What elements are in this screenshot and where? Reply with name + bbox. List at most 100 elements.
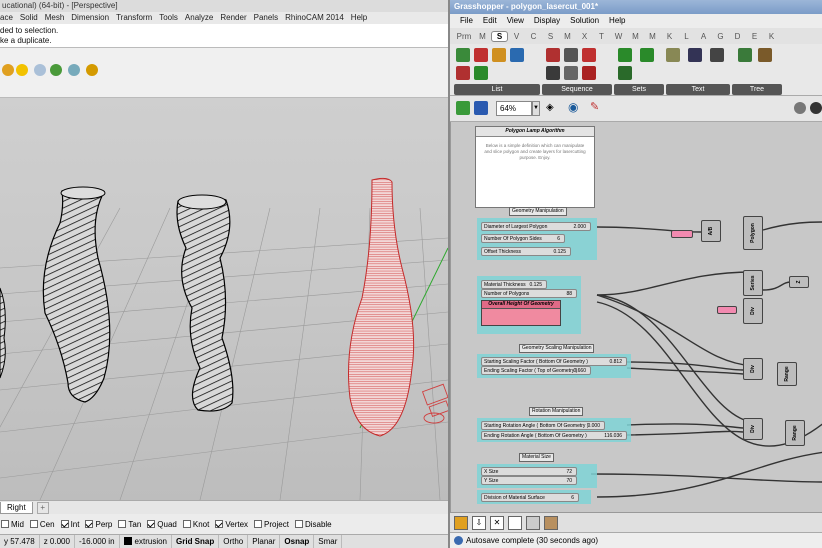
rhino-menu-item[interactable]: Transform — [116, 12, 152, 24]
tab-e[interactable]: E — [746, 32, 763, 41]
slider-y-size[interactable]: Y Size 70 — [481, 476, 577, 485]
slider-polygon-sides[interactable]: Number Of Polygon Sides 6 — [481, 234, 565, 243]
component-div-1[interactable]: Div — [743, 298, 763, 324]
gh-menu-file[interactable]: File — [460, 14, 473, 28]
rhino-menu-item[interactable]: Render — [220, 12, 246, 24]
open-file-icon[interactable] — [456, 101, 470, 115]
gh-canvas[interactable]: Polygon Lamp Algorithm Below is a simple… — [450, 122, 822, 512]
gh-menu-solution[interactable]: Solution — [570, 14, 599, 28]
chevron-down-icon[interactable]: ▼ — [532, 101, 540, 116]
slider-diameter[interactable]: Diameter of Largest Polygon 2.000 — [481, 222, 591, 231]
slider-number-polygons[interactable]: Number of Polygons 88 — [481, 289, 577, 298]
twisted-vase-3[interactable] — [176, 195, 234, 412]
sketch-icon[interactable]: ✎ — [590, 100, 599, 113]
osnap-int[interactable]: Int — [60, 520, 79, 529]
slider-start-rotation[interactable]: Starting Rotation Angle ( Bottom Of Geom… — [481, 421, 605, 430]
slider-material-thickness[interactable]: Material Thickness 0.125 — [481, 280, 547, 289]
component-div-3[interactable]: Div — [743, 418, 763, 440]
preview-sphere-icon[interactable] — [794, 102, 806, 114]
render-settings-icon[interactable] — [86, 64, 98, 76]
ground-plane-icon[interactable] — [68, 64, 80, 76]
texture-icon[interactable] — [50, 64, 62, 76]
text-join-icon[interactable] — [666, 48, 680, 62]
tab-right[interactable]: Right — [0, 501, 33, 514]
osnap-cen[interactable]: Cen — [29, 520, 55, 529]
grid-snap-toggle[interactable]: Grid Snap — [172, 535, 220, 548]
tab-d[interactable]: D — [729, 32, 746, 41]
set-difference-icon[interactable] — [640, 48, 654, 62]
planar-toggle[interactable]: Planar — [248, 535, 281, 548]
list-length-icon[interactable] — [474, 48, 488, 62]
tab-sets[interactable]: S — [491, 30, 508, 42]
osnap-quad[interactable]: Quad — [147, 520, 177, 529]
perspective-viewport[interactable] — [0, 98, 448, 500]
tab-surface[interactable]: S — [542, 32, 559, 41]
twisted-vase-2[interactable] — [42, 188, 111, 403]
pink-param[interactable] — [671, 230, 693, 238]
rhino-menu-item[interactable]: Mesh — [45, 12, 65, 24]
member-index-icon[interactable] — [618, 66, 632, 80]
tab-k2[interactable]: K — [763, 32, 780, 41]
component-z[interactable]: Z — [789, 276, 809, 288]
tab-intersect[interactable]: X — [576, 32, 593, 41]
set-union-icon[interactable] — [618, 48, 632, 62]
download-icon[interactable]: ⇩ — [472, 516, 486, 530]
rhino-menu-item[interactable]: RhinoCAM 2014 — [285, 12, 344, 24]
sliced-vase[interactable] — [348, 177, 415, 437]
component-range-1[interactable]: Range — [777, 362, 797, 386]
gh-menu-edit[interactable]: Edit — [483, 14, 497, 28]
osnap-vertex[interactable]: Vertex — [215, 520, 248, 529]
bake-icon[interactable] — [454, 516, 468, 530]
pink-param-2[interactable] — [717, 306, 737, 314]
jitter-icon[interactable] — [564, 66, 578, 80]
tab-a[interactable]: A — [695, 32, 712, 41]
slider-x-size[interactable]: X Size 72 — [481, 467, 577, 476]
overall-height-panel[interactable]: Overall Height Of Geometry — [481, 300, 561, 326]
rhino-menu-item[interactable]: Tools — [159, 12, 178, 24]
close-icon[interactable]: ✕ — [490, 516, 504, 530]
slider-end-rotation[interactable]: Ending Rotation Angle ( Bottom Of Geomet… — [481, 431, 627, 440]
group-icon[interactable] — [526, 516, 540, 530]
slider-start-scale[interactable]: Starting Scaling Factor ( Bottom Of Geom… — [481, 357, 627, 366]
component-series[interactable]: Series — [743, 270, 763, 296]
range-icon[interactable] — [582, 48, 596, 62]
zoom-field[interactable]: 64% — [496, 101, 532, 116]
osnap-knot[interactable]: Knot — [182, 520, 209, 529]
tab-mesh[interactable]: M — [559, 32, 576, 41]
gh-menu-view[interactable]: View — [507, 14, 524, 28]
slider-division[interactable]: Division of Material Surface 6 — [481, 493, 579, 502]
osnap-project[interactable]: Project — [254, 520, 289, 529]
smarttrack-toggle[interactable]: Smar — [314, 535, 343, 548]
tab-curve[interactable]: C — [525, 32, 542, 41]
split-list-icon[interactable] — [474, 66, 488, 80]
rhino-menu-item[interactable]: Solid — [20, 12, 38, 24]
environment-icon[interactable] — [34, 64, 46, 76]
gh-menu-display[interactable]: Display — [534, 14, 560, 28]
current-layer[interactable]: extrusion — [120, 535, 173, 548]
flatten-tree-icon[interactable] — [758, 48, 772, 62]
tab-m2[interactable]: M — [627, 32, 644, 41]
random-icon[interactable] — [546, 66, 560, 80]
render-sphere-icon[interactable] — [810, 102, 822, 114]
rhino-menu-item[interactable]: Help — [351, 12, 367, 24]
osnap-perp[interactable]: Perp — [85, 520, 112, 529]
series-icon[interactable] — [564, 48, 578, 62]
save-file-icon[interactable] — [474, 101, 488, 115]
clear-icon[interactable] — [508, 516, 522, 530]
cull-icon[interactable] — [546, 48, 560, 62]
tab-l[interactable]: L — [678, 32, 695, 41]
component-icon[interactable] — [544, 516, 558, 530]
tab-k[interactable]: K — [661, 32, 678, 41]
osnap-mid[interactable]: Mid — [1, 520, 24, 529]
rhino-menu-item[interactable]: ace — [0, 12, 13, 24]
twisted-vase-partial[interactable] — [0, 287, 6, 379]
tab-w[interactable]: W — [610, 32, 627, 41]
shift-list-icon[interactable] — [456, 66, 470, 80]
fibonacci-icon[interactable] — [582, 66, 596, 80]
rhino-menu-item[interactable]: Analyze — [185, 12, 213, 24]
component-div-2[interactable]: Div — [743, 358, 763, 380]
component-polygon[interactable]: Polygon — [743, 216, 763, 250]
tab-params[interactable]: Prm — [454, 32, 474, 41]
text-case-icon[interactable] — [710, 48, 724, 62]
tab-maths[interactable]: M — [474, 32, 491, 41]
